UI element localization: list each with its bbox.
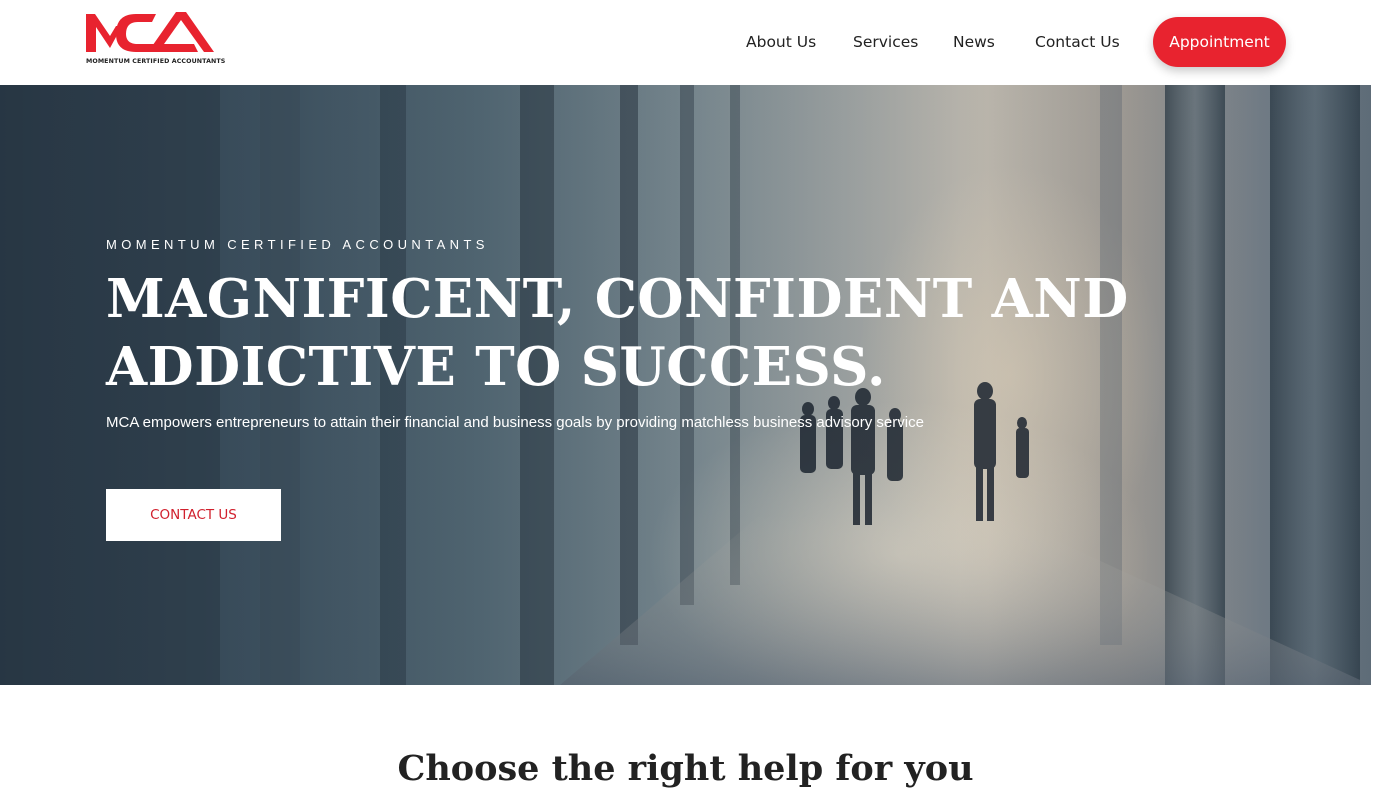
nav-news[interactable]: News bbox=[953, 30, 995, 54]
nav-about-us[interactable]: About Us bbox=[746, 30, 816, 54]
section-title: Choose the right help for you bbox=[397, 748, 974, 789]
hero-headline: MAGNIFICENT, CONFIDENT AND ADDICTIVE TO … bbox=[106, 268, 1129, 398]
mca-logo[interactable]: MOMENTUM CERTIFIED ACCOUNTANTS bbox=[86, 10, 226, 66]
contact-us-button[interactable]: CONTACT US bbox=[106, 489, 281, 541]
appointment-button[interactable]: Appointment bbox=[1153, 17, 1286, 67]
hero-eyebrow: MOMENTUM CERTIFIED ACCOUNTANTS bbox=[106, 237, 489, 252]
hero-banner: MOMENTUM CERTIFIED ACCOUNTANTS MAGNIFICE… bbox=[0, 85, 1371, 685]
logo-caption: MOMENTUM CERTIFIED ACCOUNTANTS bbox=[86, 58, 226, 65]
hero-subtext: MCA empowers entrepreneurs to attain the… bbox=[106, 414, 924, 431]
nav-contact-us[interactable]: Contact Us bbox=[1035, 30, 1120, 54]
nav-services[interactable]: Services bbox=[853, 30, 918, 54]
site-header: MOMENTUM CERTIFIED ACCOUNTANTS About Us … bbox=[0, 0, 1386, 85]
mca-logo-mark bbox=[86, 12, 214, 52]
